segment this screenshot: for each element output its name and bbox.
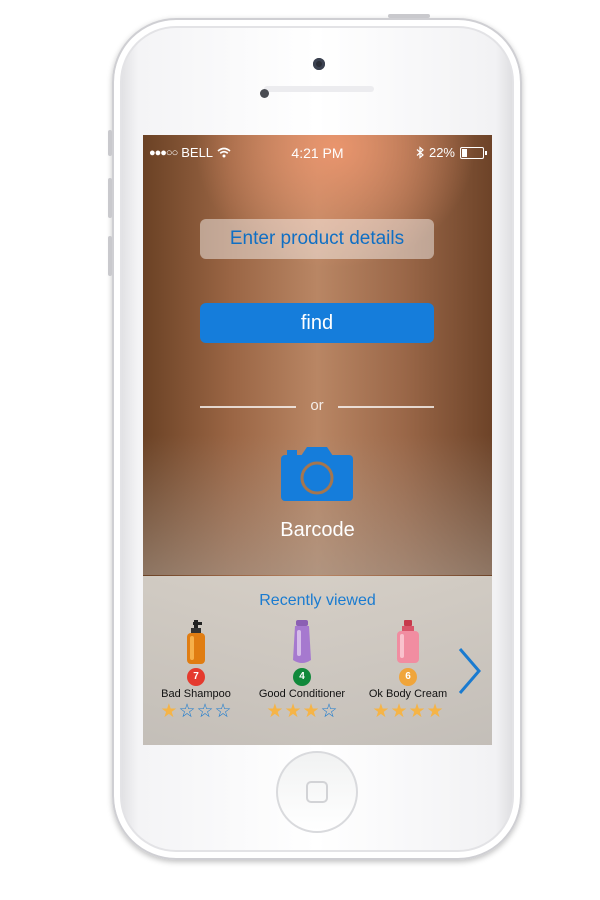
product-name: Ok Body Cream (368, 688, 448, 700)
status-bar: ●●●○○ BELL 4:21 PM 22% (143, 135, 492, 169)
star-empty-icon: ☆ (320, 701, 338, 722)
star-rating: ★ ★ ★ ☆ (252, 702, 352, 722)
divider-line-right (338, 406, 434, 408)
score-badge: 6 (399, 668, 417, 686)
enter-product-details-button[interactable]: Enter product details (200, 219, 434, 259)
star-filled-icon: ★ (284, 701, 302, 722)
star-filled-icon: ★ (266, 701, 284, 722)
product-name: Good Conditioner (258, 688, 346, 700)
star-filled-icon: ★ (408, 701, 426, 722)
app-screen: ●●●○○ BELL 4:21 PM 22% Enter product det… (143, 135, 492, 745)
star-filled-icon: ★ (372, 701, 390, 722)
product-card[interactable]: 4 Good Conditioner ★ ★ ★ ☆ (252, 620, 352, 722)
bluetooth-icon (416, 146, 424, 159)
mute-switch[interactable] (108, 130, 112, 156)
star-filled-icon: ★ (302, 701, 320, 722)
star-empty-icon: ☆ (178, 701, 196, 722)
shampoo-bottle-icon (187, 620, 205, 664)
battery-icon (460, 146, 487, 159)
home-button[interactable] (276, 751, 358, 833)
earpiece-speaker (264, 86, 374, 92)
star-empty-icon: ☆ (214, 701, 232, 722)
product-card[interactable]: 6 Ok Body Cream ★ ★ ★ ★ (358, 620, 458, 722)
home-square-icon (306, 781, 328, 803)
barcode-label[interactable]: Barcode (143, 519, 492, 542)
camera-icon[interactable] (281, 447, 353, 501)
product-card[interactable]: 7 Bad Shampoo ★ ☆ ☆ ☆ (146, 620, 246, 722)
star-empty-icon: ☆ (196, 701, 214, 722)
star-rating: ★ ★ ★ ★ (358, 702, 458, 722)
product-name: Bad Shampoo (161, 688, 231, 700)
front-camera (313, 58, 325, 70)
star-filled-icon: ★ (390, 701, 408, 722)
chevron-right-icon[interactable] (454, 646, 484, 696)
volume-down-button[interactable] (108, 236, 112, 276)
recently-viewed-title: Recently viewed (259, 592, 376, 609)
power-button[interactable] (388, 14, 430, 18)
conditioner-bottle-icon (293, 620, 311, 663)
recently-viewed-panel: Recently viewed 7 Bad Shampoo ★ ☆ ☆ ☆ 4 Goo… (143, 576, 492, 745)
or-divider: or (200, 397, 434, 417)
volume-up-button[interactable] (108, 178, 112, 218)
score-badge: 4 (293, 668, 311, 686)
score-badge: 7 (187, 668, 205, 686)
star-filled-icon: ★ (160, 701, 178, 722)
star-filled-icon: ★ (426, 701, 444, 722)
proximity-sensor (260, 89, 269, 98)
body-cream-bottle-icon (397, 620, 419, 663)
find-button[interactable]: find (200, 303, 434, 343)
battery-percentage: 22% (428, 145, 455, 160)
star-rating: ★ ☆ ☆ ☆ (146, 702, 246, 722)
